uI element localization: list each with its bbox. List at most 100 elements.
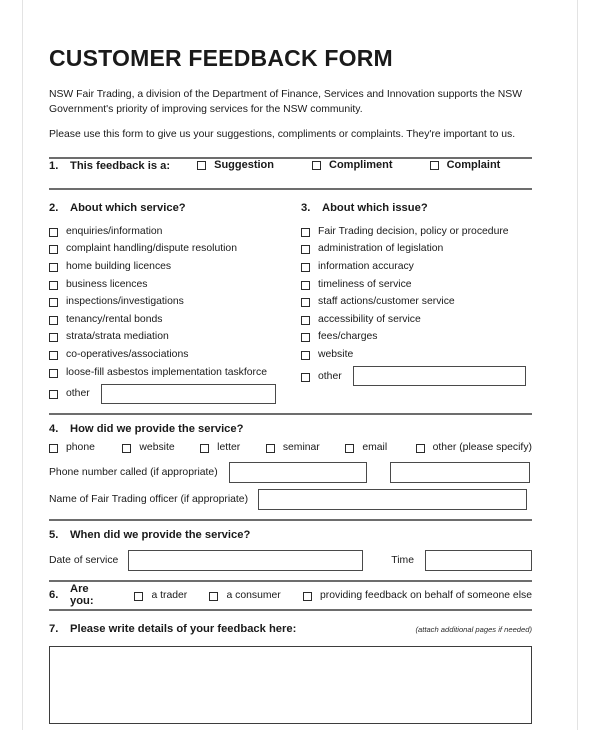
checkbox-on-behalf-of-someone-else[interactable]: providing feedback on behalf of someone … [302,590,532,601]
question-5-heading: 5. When did we provide the service? [49,529,532,541]
checkbox-other-issue[interactable] [301,372,310,382]
checkbox-box-icon[interactable] [49,443,58,453]
checkbox-box-icon[interactable] [134,591,144,601]
checkbox-box-icon[interactable] [265,443,275,453]
checkbox-label: website [318,348,354,360]
question-4-heading: 4. How did we provide the service? [49,423,532,435]
checkbox-box-icon[interactable] [49,227,58,237]
checkbox-home-building-licences[interactable]: home building licences [49,258,301,276]
checkbox-label: tenancy/rental bonds [66,313,163,325]
checkbox-box-icon[interactable] [49,280,58,290]
checkbox-label: email [362,441,388,453]
checkbox-loose-fill-asbestos[interactable]: loose-fill asbestos implementation taskf… [49,363,301,381]
feedback-form-page: CUSTOMER FEEDBACK FORM NSW Fair Trading,… [0,0,600,730]
checkbox-business-licences[interactable]: business licences [49,275,301,293]
attach-pages-note: (attach additional pages if needed) [415,624,532,634]
time-label: Time [391,554,414,566]
question-1: 1. This feedback is a: Suggestion Compli… [49,159,532,188]
checkbox-co-operatives-associations[interactable]: co-operatives/associations [49,346,301,364]
checkbox-label: staff actions/customer service [318,296,455,308]
checkbox-box-icon[interactable] [312,161,321,170]
other-label: other [318,370,342,382]
time-input[interactable] [425,549,532,571]
checkbox-box-icon[interactable] [49,262,58,272]
question-3-other-row: other [301,363,532,389]
checkbox-box-icon[interactable] [49,298,58,308]
checkbox-strata-mediation[interactable]: strata/strata mediation [49,328,301,346]
checkbox-box-icon[interactable] [301,298,310,308]
checkbox-fair-trading-decision[interactable]: Fair Trading decision, policy or procedu… [301,223,532,241]
checkbox-email[interactable]: email [345,442,387,453]
question-6-number: 6. [49,589,59,602]
officer-name-row: Name of Fair Trading officer (if appropr… [49,483,532,510]
checkbox-box-icon[interactable] [197,161,207,170]
question-3-heading: 3. About which issue? [301,202,532,214]
checkbox-suggestion[interactable]: Suggestion [197,159,274,171]
officer-name-input[interactable] [258,488,528,510]
question-4-number: 4. [49,422,59,435]
checkbox-box-icon[interactable] [49,368,58,378]
question-2-title: About which service? [70,201,186,214]
checkbox-box-icon[interactable] [49,350,58,360]
date-of-service-input[interactable] [128,549,364,571]
other-service-input[interactable] [100,383,276,404]
checkbox-complaint-handling[interactable]: complaint handling/dispute resolution [49,240,301,258]
question-2-options: enquiries/information complaint handling… [49,214,301,407]
other-issue-input[interactable] [352,366,526,387]
checkbox-box-icon[interactable] [49,245,58,255]
checkbox-box-icon[interactable] [122,443,132,453]
checkbox-box-icon[interactable] [301,350,310,360]
checkbox-phone[interactable]: phone [49,442,95,453]
checkbox-box-icon[interactable] [49,333,58,343]
checkbox-fees-charges[interactable]: fees/charges [301,328,532,346]
checkbox-label: fees/charges [318,331,378,343]
checkbox-other-service[interactable] [49,390,58,400]
phone-number-input[interactable] [228,461,367,483]
checkbox-letter[interactable]: letter [200,442,240,453]
checkbox-website-issue[interactable]: website [301,346,532,364]
checkbox-administration-of-legislation[interactable]: administration of legislation [301,240,532,258]
checkbox-box-icon[interactable] [302,591,312,601]
checkbox-box-icon[interactable] [301,262,310,272]
checkbox-label: home building licences [66,260,172,272]
checkbox-label: complaint handling/dispute resolution [66,243,237,255]
checkbox-box-icon[interactable] [49,315,58,325]
checkbox-box-icon[interactable] [301,315,310,325]
checkbox-timeliness-of-service[interactable]: timeliness of service [301,275,532,293]
checkbox-enquiries-information[interactable]: enquiries/information [49,223,301,241]
checkbox-other-channel[interactable]: other (please specify) [415,442,532,453]
checkbox-compliment[interactable]: Compliment [312,159,393,171]
checkbox-website-channel[interactable]: website [122,441,175,453]
checkbox-box-icon[interactable] [301,333,310,343]
checkbox-label: website [139,441,175,453]
checkbox-box-icon[interactable] [301,245,310,255]
checkbox-information-accuracy[interactable]: information accuracy [301,258,532,276]
question-3-options: Fair Trading decision, policy or procedu… [301,214,532,390]
checkbox-complaint[interactable]: Complaint [429,158,501,171]
question-6-title: Are you: [70,583,94,608]
checkbox-inspections-investigations[interactable]: inspections/investigations [49,293,301,311]
checkbox-label: accessibility of service [318,313,421,325]
checkbox-a-trader[interactable]: a trader [134,590,187,601]
question-2-number: 2. [49,201,59,214]
question-5-number: 5. [49,528,59,541]
checkbox-box-icon[interactable] [345,443,355,453]
checkbox-tenancy-rental-bonds[interactable]: tenancy/rental bonds [49,310,301,328]
feedback-details-textarea[interactable] [49,645,532,724]
checkbox-box-icon[interactable] [301,227,310,237]
checkbox-accessibility-of-service[interactable]: accessibility of service [301,310,532,328]
checkbox-box-icon[interactable] [200,443,210,453]
other-specify-input[interactable] [389,461,530,483]
checkbox-label: phone [66,441,95,453]
question-4: 4. How did we provide the service? phone… [49,415,532,510]
checkbox-staff-actions[interactable]: staff actions/customer service [301,293,532,311]
checkbox-box-icon[interactable] [209,591,219,601]
checkbox-box-icon[interactable] [429,161,439,170]
checkbox-label: a trader [151,589,188,601]
question-2-heading: 2. About which service? [49,202,301,214]
checkbox-box-icon[interactable] [301,280,310,290]
checkbox-a-consumer[interactable]: a consumer [209,590,281,601]
checkbox-label: Complaint [446,158,501,171]
checkbox-seminar[interactable]: seminar [265,442,320,453]
checkbox-box-icon[interactable] [415,443,425,453]
